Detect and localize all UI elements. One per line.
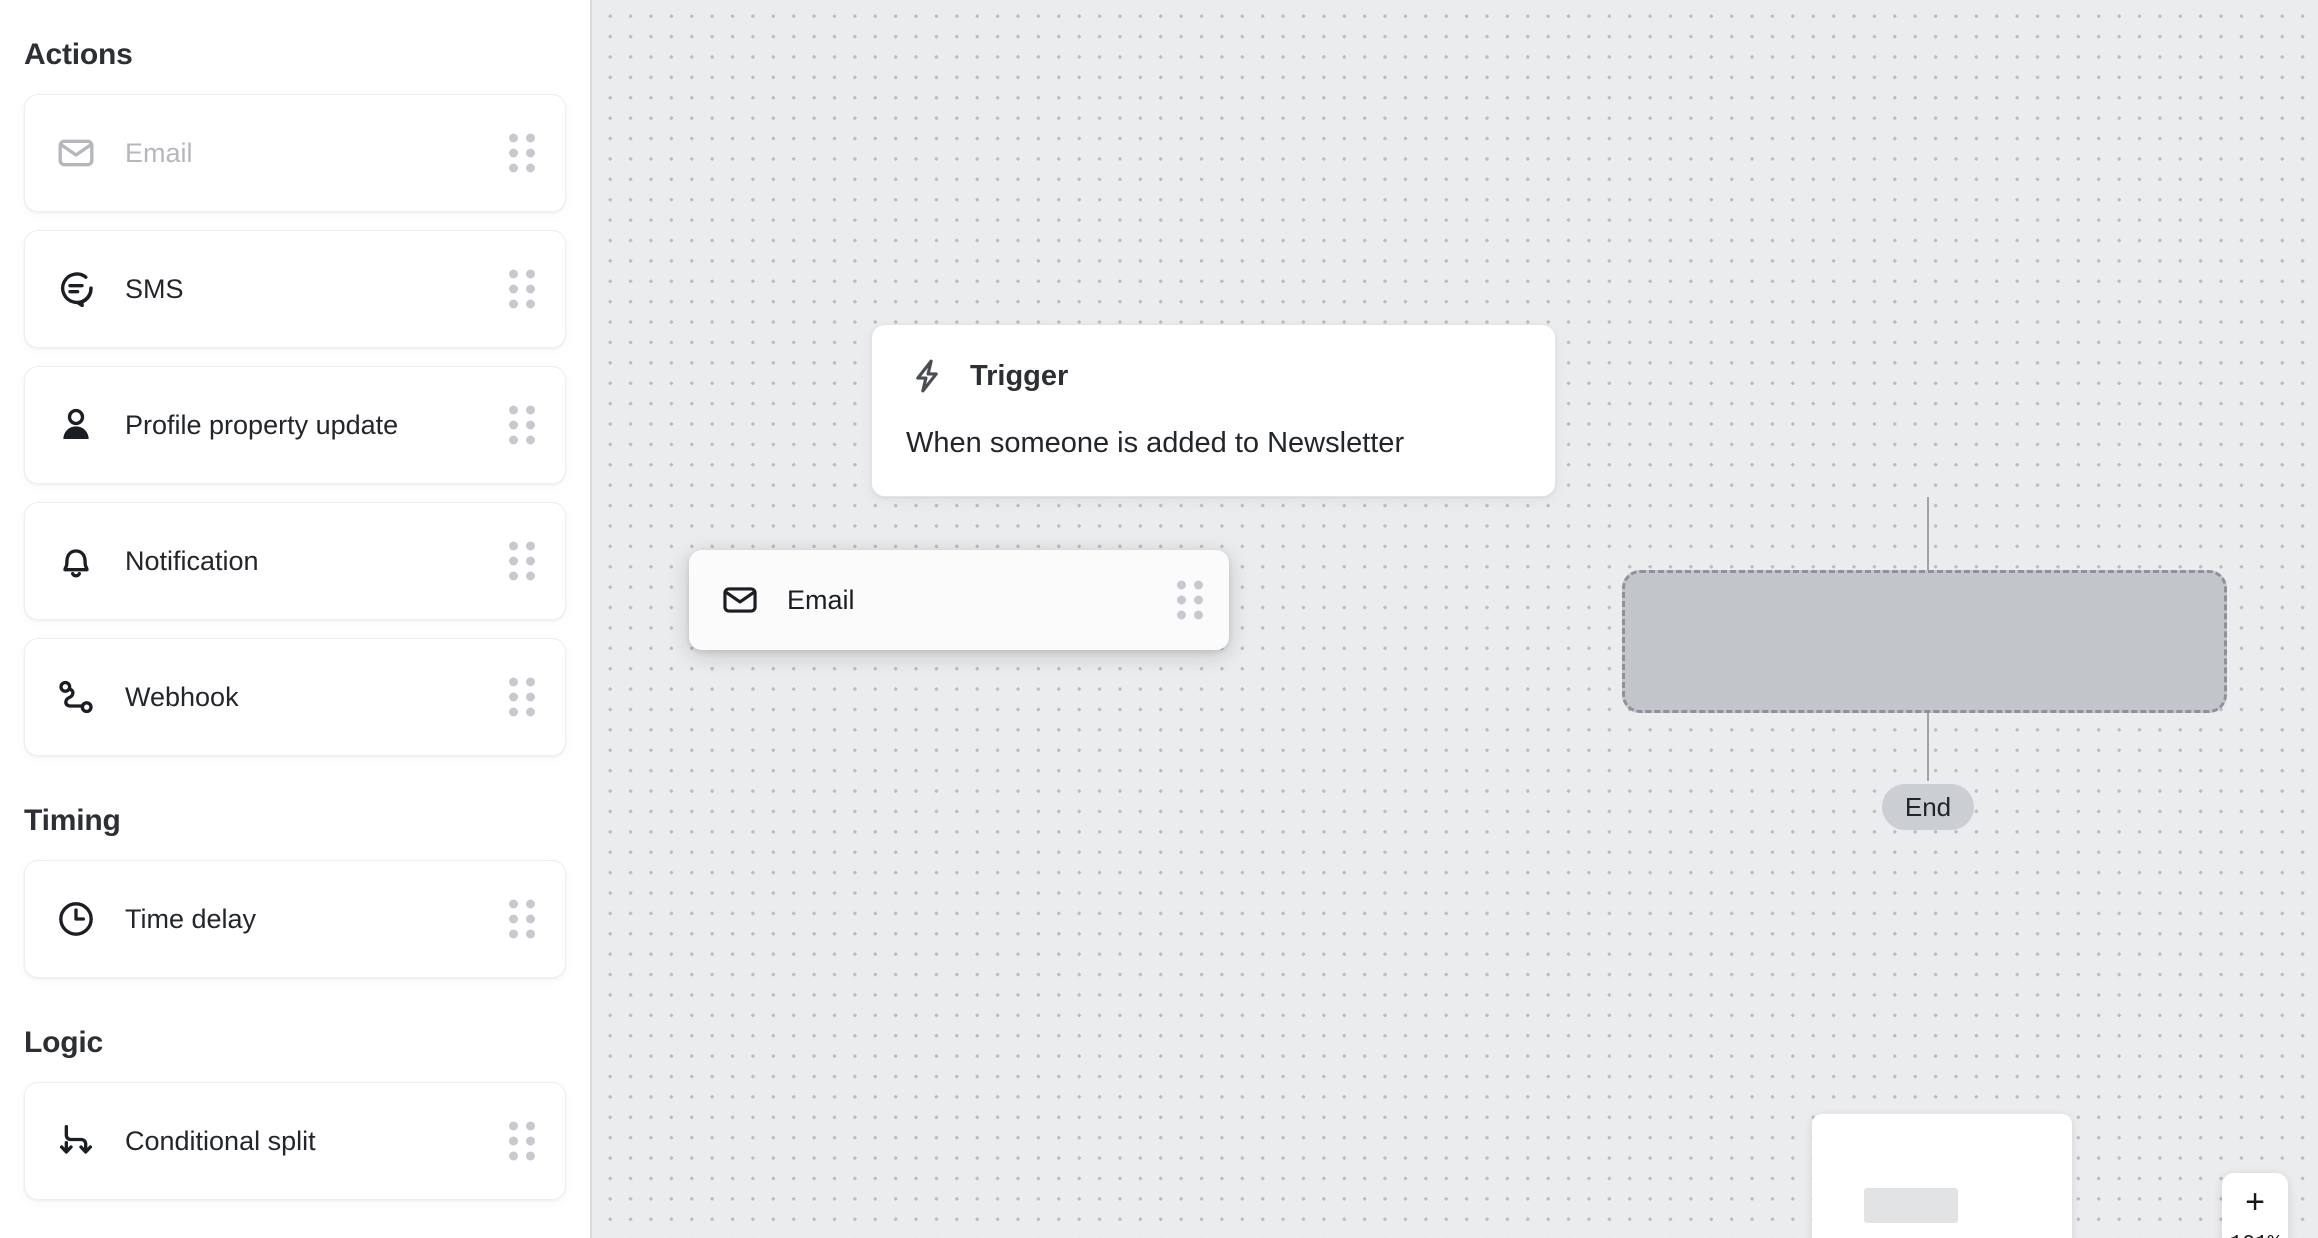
section-heading-timing: Timing	[24, 804, 121, 837]
minimap-node-trigger	[1864, 1188, 1958, 1223]
zoom-controls[interactable]: + 101%	[2222, 1173, 2288, 1238]
trigger-node-description: When someone is added to Newsletter	[906, 427, 1405, 459]
minimap[interactable]	[1812, 1114, 2072, 1238]
palette-item-label: SMS	[125, 273, 184, 304]
dragged-card-label: Email	[787, 584, 855, 615]
clock-icon	[55, 898, 97, 940]
end-node[interactable]: End	[1882, 784, 1974, 830]
palette-item-email[interactable]: Email	[24, 94, 566, 212]
palette-item-conditional-split[interactable]: Conditional split	[24, 1082, 566, 1200]
conditional-split-icon	[55, 1120, 97, 1162]
palette-item-time-delay[interactable]: Time delay	[24, 860, 566, 978]
action-palette-sidebar: Actions Email SMS Profile property updat…	[0, 0, 592, 1238]
palette-item-label: Profile property update	[125, 409, 399, 440]
drag-handle-icon[interactable]	[1177, 580, 1203, 620]
person-icon	[55, 404, 97, 446]
palette-item-label: Conditional split	[125, 1125, 316, 1156]
envelope-icon	[55, 132, 97, 174]
palette-item-label: Notification	[125, 545, 259, 576]
zoom-level-label: 101%	[2222, 1233, 2288, 1238]
drag-handle-icon[interactable]	[509, 677, 535, 717]
drag-handle-icon[interactable]	[509, 405, 535, 445]
drag-handle-icon[interactable]	[509, 899, 535, 939]
chat-bubble-icon	[55, 268, 97, 310]
lightning-bolt-icon	[906, 355, 948, 397]
flow-canvas[interactable]: Trigger When someone is added to Newslet…	[592, 0, 2318, 1238]
palette-item-sms[interactable]: SMS	[24, 230, 566, 348]
palette-item-label: Time delay	[125, 903, 257, 934]
trigger-node[interactable]: Trigger When someone is added to Newslet…	[871, 324, 1556, 497]
palette-item-notification[interactable]: Notification	[24, 502, 566, 620]
envelope-icon	[719, 579, 761, 621]
zoom-in-button[interactable]: +	[2222, 1185, 2288, 1219]
palette-item-profile-property-update[interactable]: Profile property update	[24, 366, 566, 484]
workflow-builder: Actions Email SMS Profile property updat…	[0, 0, 2318, 1238]
connector-line-trigger-to-dropzone	[1927, 497, 1929, 571]
trigger-node-header: Trigger	[906, 355, 1521, 397]
palette-item-label: Webhook	[125, 681, 239, 712]
trigger-node-title: Trigger	[970, 359, 1069, 392]
drag-handle-icon[interactable]	[509, 269, 535, 309]
drag-handle-icon[interactable]	[509, 133, 535, 173]
palette-item-label: Email	[125, 137, 193, 168]
section-heading-actions: Actions	[24, 38, 133, 71]
connector-line-dropzone-to-end	[1927, 713, 1929, 781]
dragged-email-card[interactable]: Email	[689, 550, 1229, 650]
drop-zone-placeholder[interactable]	[1622, 570, 2227, 713]
section-heading-logic: Logic	[24, 1026, 103, 1059]
webhook-icon	[55, 676, 97, 718]
palette-item-webhook[interactable]: Webhook	[24, 638, 566, 756]
sidebar-scroll-area[interactable]: Actions Email SMS Profile property updat…	[0, 0, 590, 1200]
bell-icon	[55, 540, 97, 582]
drag-handle-icon[interactable]	[509, 1121, 535, 1161]
drag-handle-icon[interactable]	[509, 541, 535, 581]
